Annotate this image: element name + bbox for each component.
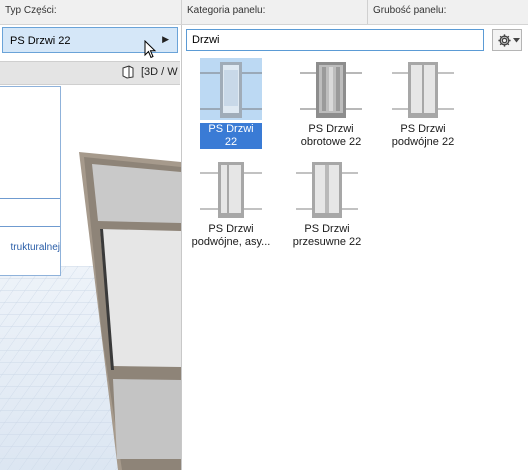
header-part-type: Typ Części: (5, 5, 57, 16)
item-label: PS Drzwi (400, 123, 446, 135)
chevron-down-icon (513, 38, 520, 43)
door-double-asym-icon (200, 158, 262, 220)
mouse-cursor-icon (144, 40, 157, 59)
list-item-ps-drzwi-22[interactable]: PS Drzwi 22 (186, 56, 276, 149)
item-label-line2: przesuwne 22 (292, 236, 362, 248)
header-divider (367, 0, 368, 24)
item-label: PS Drzwi (308, 123, 354, 135)
door-revolving-icon (300, 58, 362, 120)
door-sliding-icon (296, 158, 358, 220)
list-item-ps-drzwi-podwojne[interactable]: PS Drzwi podwójne 22 (378, 56, 468, 151)
chevron-right-icon: ▶ (162, 34, 169, 44)
info-divider (0, 226, 60, 227)
info-link-text[interactable]: trukturalnej (0, 242, 60, 253)
3d-view-icon[interactable] (121, 65, 135, 79)
panel-header: Typ Części: Kategoria panelu: Grubość pa… (0, 0, 528, 25)
part-type-value: PS Drzwi 22 (10, 35, 71, 47)
item-label: PS Drzwi (208, 223, 254, 235)
door-double-icon (392, 58, 454, 120)
header-panel-thickness: Grubość panelu: (373, 5, 447, 16)
list-item-ps-drzwi-przesuwne[interactable]: PS Drzwi przesuwne 22 (282, 156, 372, 251)
header-divider (181, 0, 182, 24)
view-tab-label[interactable]: [3D / W (141, 66, 178, 78)
info-divider (0, 198, 60, 199)
item-label-line2: podwójne 22 (391, 136, 455, 148)
item-label: PS Drzwi (304, 223, 350, 235)
gear-icon (498, 34, 511, 47)
item-label: PS Drzwi 22 (200, 123, 262, 149)
list-item-ps-drzwi-podwojne-asy[interactable]: PS Drzwi podwójne, asy... (186, 156, 276, 251)
header-panel-category: Kategoria panelu: (187, 5, 266, 16)
list-item-ps-drzwi-obrotowe[interactable]: PS Drzwi obrotowe 22 (286, 56, 376, 151)
view-toolbar: [3D / W (0, 61, 180, 85)
item-label-line2: obrotowe 22 (300, 136, 362, 148)
settings-button[interactable] (492, 29, 522, 51)
search-input[interactable] (186, 29, 484, 51)
door-single-icon (200, 58, 262, 120)
item-label-line2: podwójne, asy... (191, 236, 271, 248)
